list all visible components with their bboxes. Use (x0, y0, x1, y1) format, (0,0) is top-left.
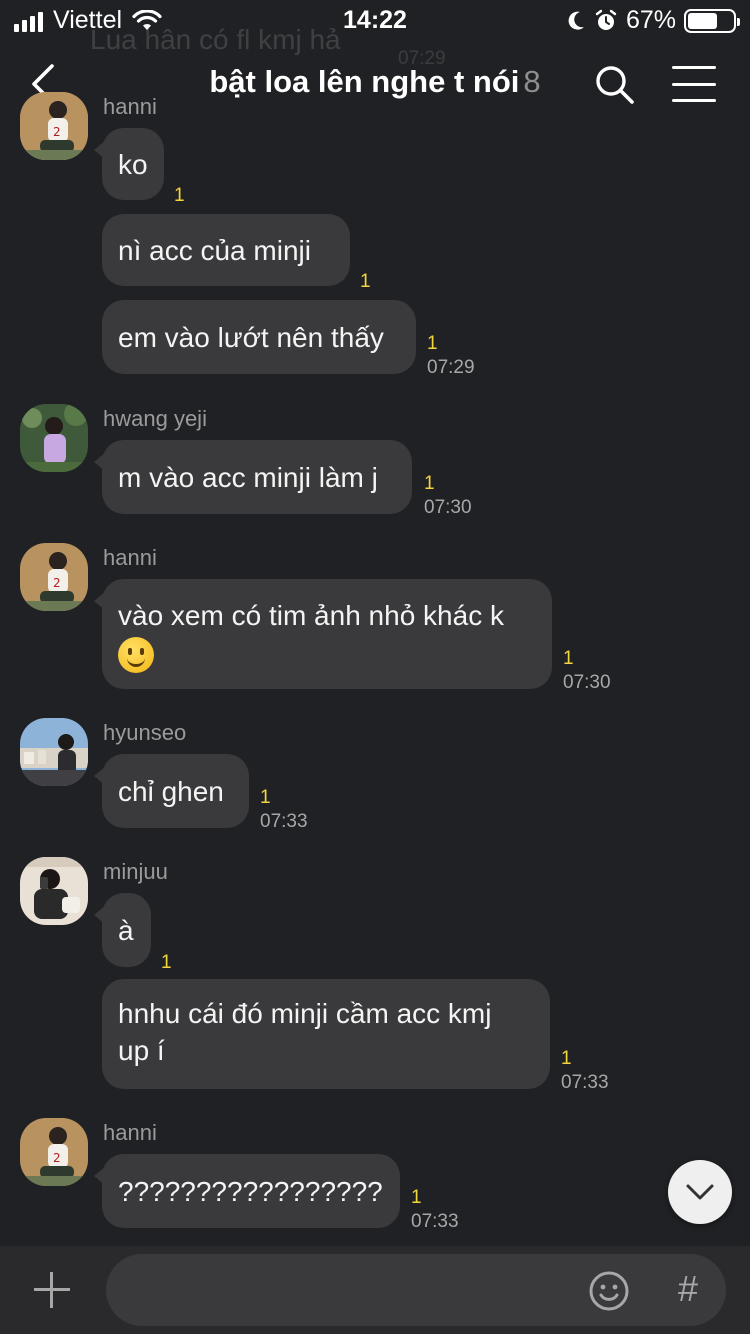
avatar[interactable] (20, 857, 88, 925)
message-time: 07:29 (427, 357, 475, 378)
message-bubble[interactable]: hnhu cái đó minji cầm acc kmj up í (102, 979, 550, 1089)
avatar-image: 2 (20, 543, 88, 611)
menu-line (672, 66, 716, 69)
hashtag-button[interactable]: # (668, 1268, 708, 1310)
message-meta: 1 (161, 951, 172, 975)
svg-text:2: 2 (53, 576, 61, 590)
message-meta: 1 07:33 (411, 1186, 459, 1234)
message-text: chỉ ghen (118, 775, 224, 807)
slightly-smiling-face-icon (118, 636, 154, 673)
battery-icon (684, 8, 740, 33)
message-meta: 1 07:29 (427, 332, 475, 380)
sender-name: hanni (103, 94, 157, 119)
message-text: ????????????????? (118, 1175, 383, 1207)
message-meta: 1 (360, 270, 371, 294)
message-bubble[interactable]: chỉ ghen (94, 754, 249, 828)
battery-percent: 67% (625, 6, 676, 34)
message-meta: 1 (174, 184, 185, 208)
avatar[interactable]: 2 (20, 92, 88, 160)
avatar[interactable] (20, 718, 88, 786)
battery-fill (688, 12, 718, 29)
message-bubble[interactable]: à (94, 893, 151, 967)
sender-name: hyunseo (103, 720, 187, 745)
status-right: 67% (566, 6, 740, 35)
unread-count: 1 (424, 473, 435, 494)
unread-count: 1 (260, 787, 271, 808)
message-time: 07:33 (561, 1072, 609, 1093)
scroll-to-bottom-button[interactable] (668, 1160, 732, 1224)
composer-bar: # (0, 1246, 750, 1334)
emoji-button[interactable] (588, 1270, 630, 1312)
message-text: hnhu cái đó minji cầm acc kmj (118, 998, 492, 1029)
message-input[interactable] (106, 1254, 726, 1326)
emoji-icon (589, 1271, 629, 1311)
avatar-image (20, 718, 88, 786)
sender-name: hwang yeji (103, 406, 207, 431)
message-text: ko (118, 148, 148, 180)
message-bubble[interactable]: m vào acc minji làm j (94, 440, 412, 514)
previous-message-ghost: Lua hân có fl kmj hả (90, 24, 341, 55)
unread-count: 1 (427, 333, 438, 354)
message-bubble[interactable]: vào xem có tim ảnh nhỏ khác k (94, 579, 552, 689)
message-time: 07:33 (260, 811, 308, 832)
avatar[interactable]: 2 (20, 543, 88, 611)
message-meta: 1 07:33 (561, 1047, 609, 1095)
message-meta: 1 07:30 (563, 647, 611, 695)
avatar-image (20, 857, 88, 925)
unread-count: 1 (563, 648, 574, 669)
message-meta: 1 07:33 (260, 786, 308, 834)
avatar-image (20, 404, 88, 472)
unread-count: 1 (161, 952, 172, 973)
chat-messages[interactable]: 2 hanni ko 1 nì acc của minji 1 em vào l… (0, 90, 750, 1246)
alarm-icon (595, 9, 617, 30)
menu-line (672, 82, 716, 86)
svg-text:2: 2 (53, 1151, 61, 1165)
message-bubble[interactable]: em vào lướt nên thấy (102, 300, 416, 374)
message-text-line2: up í (118, 1035, 165, 1066)
sender-name: hanni (103, 1120, 157, 1145)
avatar-image: 2 (20, 1118, 88, 1186)
chevron-down-icon (686, 1184, 714, 1200)
message-text: m vào acc minji làm j (118, 461, 378, 493)
unread-count: 1 (360, 271, 371, 292)
message-text: vào xem có tim ảnh nhỏ khác k (118, 600, 504, 631)
message-time: 07:30 (563, 672, 611, 693)
avatar-image: 2 (20, 92, 88, 160)
avatar[interactable]: 2 (20, 1118, 88, 1186)
sender-name: hanni (103, 545, 157, 570)
unread-count: 1 (174, 185, 185, 206)
message-text: à (118, 914, 134, 946)
message-text: nì acc của minji (118, 234, 311, 266)
message-bubble[interactable]: ????????????????? (94, 1154, 400, 1228)
sender-name: minjuu (103, 859, 168, 884)
message-time: 07:33 (411, 1211, 459, 1232)
unread-count: 1 (411, 1187, 422, 1208)
unread-count: 1 (561, 1048, 572, 1069)
plus-icon[interactable] (30, 1268, 74, 1312)
moon-icon (568, 11, 584, 30)
message-meta: 1 07:30 (424, 472, 472, 520)
message-bubble[interactable]: nì acc của minji (102, 214, 350, 286)
avatar[interactable] (20, 404, 88, 472)
message-text: em vào lướt nên thấy (118, 321, 384, 353)
svg-text:2: 2 (53, 125, 61, 139)
message-bubble[interactable]: ko (94, 128, 164, 200)
message-time: 07:30 (424, 497, 472, 518)
